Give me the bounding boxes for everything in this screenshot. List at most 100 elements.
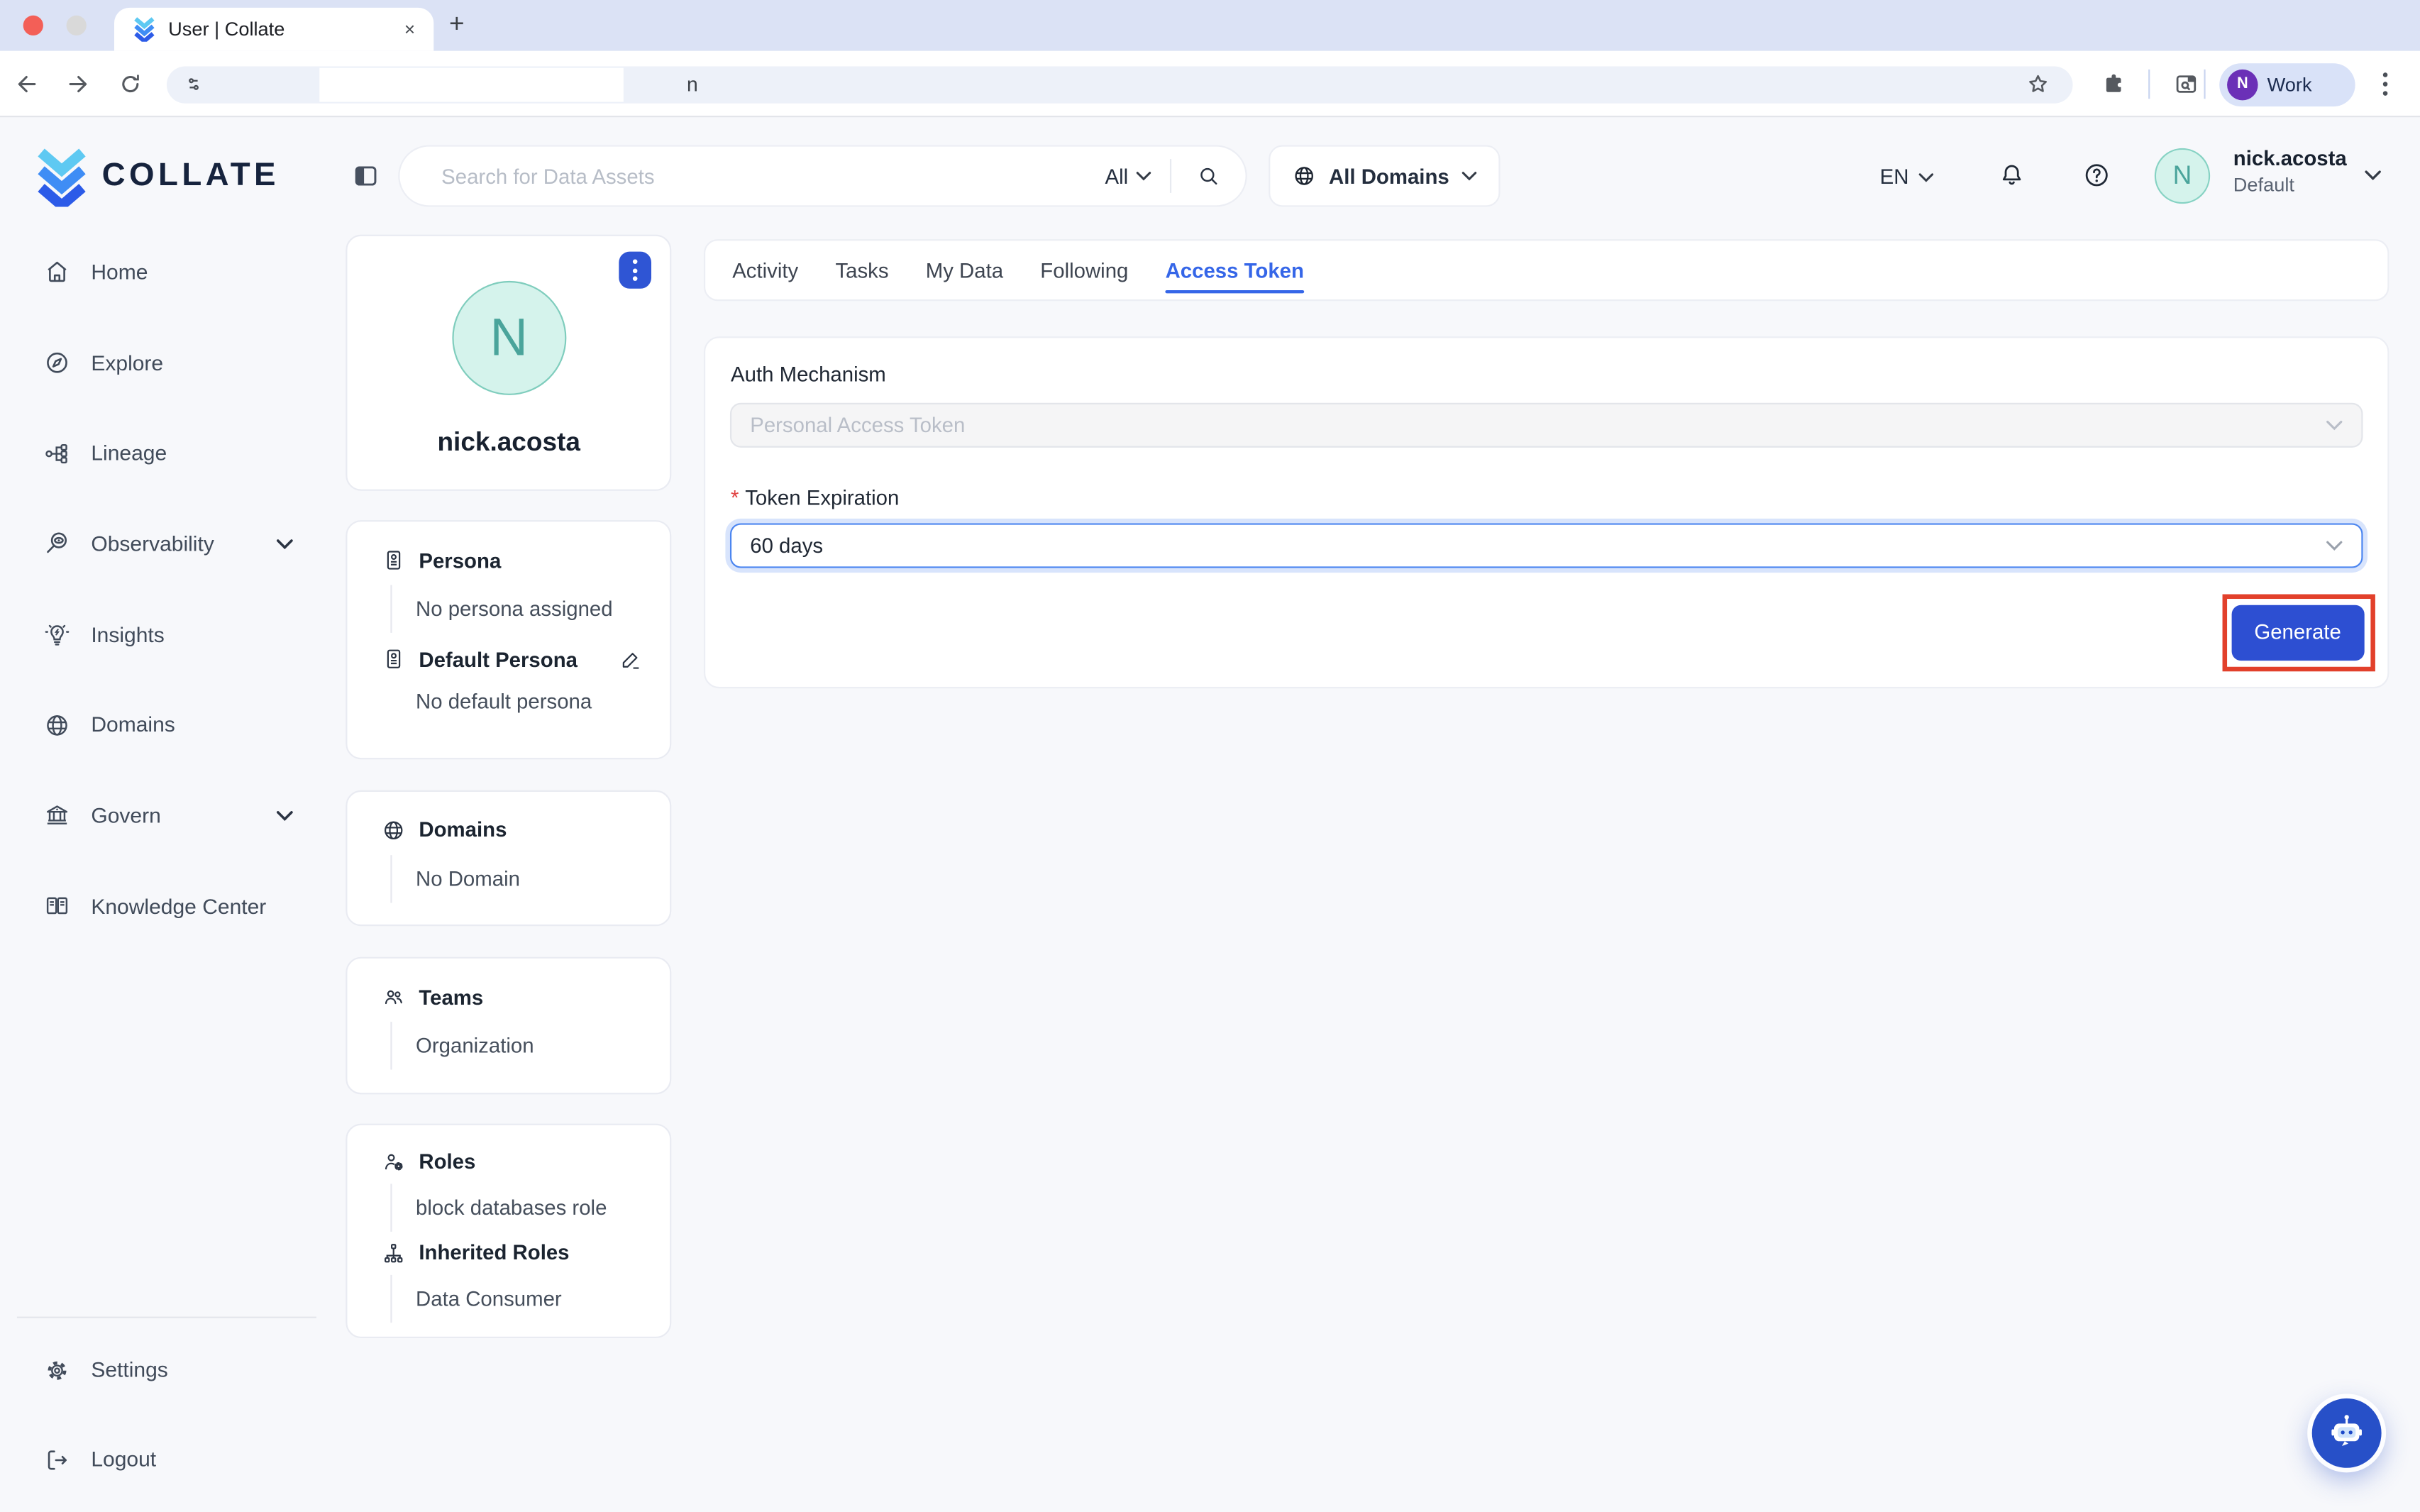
sidebar-item-settings[interactable]: Settings: [0, 1335, 324, 1405]
chevron-down-icon: [1136, 171, 1151, 180]
tab-tasks[interactable]: Tasks: [835, 241, 888, 299]
teams-card: Teams Organization: [346, 958, 671, 1095]
help-icon[interactable]: [2082, 160, 2111, 189]
sidebar-item-insights[interactable]: Insights: [0, 589, 324, 680]
sidebar-nav: Home Explore Lineage Observability Insig…: [0, 227, 324, 951]
new-tab-icon[interactable]: +: [449, 9, 465, 40]
tab-activity[interactable]: Activity: [732, 241, 798, 299]
browser-profile-chip[interactable]: N Work: [2219, 62, 2355, 106]
site-settings-icon[interactable]: [182, 72, 206, 96]
sidebar-item-govern[interactable]: Govern: [0, 771, 324, 861]
search-input[interactable]: [399, 165, 1105, 188]
sidebar-toggle-icon[interactable]: [352, 162, 380, 189]
url-text: n: [687, 72, 698, 96]
url-bar[interactable]: n: [167, 67, 2073, 104]
book-icon: [43, 893, 71, 920]
required-asterisk: *: [731, 486, 739, 509]
token-expiration-value: 60 days: [750, 534, 823, 558]
auth-mechanism-label: Auth Mechanism: [731, 363, 886, 386]
browser-profile-name: Work: [2267, 73, 2312, 94]
traffic-light-close[interactable]: [23, 15, 43, 35]
govern-bank-icon: [43, 802, 71, 829]
screenshot-viewport: User | Collate × + n: [0, 0, 2420, 1512]
robot-icon: [2324, 1411, 2369, 1455]
profile-menu-button[interactable]: [619, 252, 651, 289]
tab-my-data[interactable]: My Data: [926, 241, 1003, 299]
user-profile-card: N nick.acosta: [346, 236, 671, 491]
sidebar-item-domains[interactable]: Domains: [0, 680, 324, 771]
token-expiration-select[interactable]: 60 days: [730, 523, 2363, 568]
chevron-down-icon: [2326, 420, 2343, 431]
teams-value: Organization: [391, 1022, 670, 1070]
auth-mechanism-select[interactable]: Personal Access Token: [730, 403, 2363, 448]
forward-icon[interactable]: [65, 71, 91, 97]
tab-access-token[interactable]: Access Token: [1166, 241, 1304, 299]
persona-header: Persona: [348, 548, 670, 573]
persona-value: No persona assigned: [391, 585, 670, 632]
lineage-icon: [43, 439, 71, 467]
url-redaction: [319, 68, 624, 102]
sidebar-item-home[interactable]: Home: [0, 227, 324, 318]
roles-value: block databases role: [391, 1183, 670, 1231]
user-menu-chevron-icon[interactable]: [2365, 170, 2382, 180]
chat-bot-button[interactable]: [2312, 1398, 2382, 1468]
extensions-puzzle-icon[interactable]: [2101, 71, 2127, 97]
chevron-down-icon: [1462, 171, 1477, 180]
sidebar-item-lineage[interactable]: Lineage: [0, 408, 324, 499]
collate-favicon: [133, 17, 156, 42]
search-scope-value: All: [1105, 165, 1129, 188]
browser-menu-icon[interactable]: [2383, 72, 2388, 96]
side-panel-icon[interactable]: [2173, 71, 2199, 97]
auth-mechanism-value: Personal Access Token: [750, 414, 965, 437]
collate-app: COLLATE All All Domains EN: [0, 117, 2420, 1512]
default-persona-value: No default persona: [391, 678, 670, 725]
domains-card: Domains No Domain: [346, 790, 671, 927]
chevron-down-icon: [2326, 540, 2343, 551]
domains-value: No Domain: [391, 854, 670, 902]
traffic-light-minimize[interactable]: [67, 15, 87, 35]
search-scope-dropdown[interactable]: All: [1105, 165, 1170, 188]
close-tab-icon[interactable]: ×: [404, 18, 415, 40]
sidebar-item-logout[interactable]: Logout: [0, 1425, 324, 1494]
all-domains-dropdown[interactable]: All Domains: [1269, 145, 1500, 206]
access-token-form: Auth Mechanism Personal Access Token *To…: [703, 336, 2389, 688]
search-icon[interactable]: [1171, 164, 1245, 189]
bookmark-star-icon[interactable]: [2025, 71, 2051, 97]
all-domains-value: All Domains: [1329, 165, 1449, 188]
collate-logo[interactable]: [34, 148, 89, 207]
tab-following[interactable]: Following: [1040, 241, 1128, 299]
user-avatar[interactable]: N: [2155, 148, 2210, 204]
observability-icon: [43, 530, 71, 558]
browser-profile-avatar: N: [2227, 69, 2258, 100]
user-menu[interactable]: nick.acosta Default: [2233, 145, 2347, 197]
token-expiration-label: *Token Expiration: [731, 486, 899, 509]
generate-button[interactable]: Generate: [2231, 605, 2365, 660]
user-name: nick.acosta: [2233, 145, 2347, 172]
back-icon[interactable]: [14, 71, 40, 97]
insights-icon: [43, 621, 71, 649]
persona-id-card-icon: [382, 548, 407, 573]
default-persona-header: Default Persona: [348, 646, 670, 671]
inherited-roles-value: Data Consumer: [391, 1274, 670, 1322]
notifications-bell-icon[interactable]: [1997, 160, 2026, 189]
annotation-highlight-box: Generate: [2221, 595, 2374, 672]
profile-avatar: N: [452, 282, 566, 396]
edit-pencil-icon[interactable]: [619, 648, 642, 671]
sidebar-item-knowledge-center[interactable]: Knowledge Center: [0, 861, 324, 951]
chevron-down-icon: [1918, 172, 1933, 182]
globe-icon: [1292, 164, 1317, 189]
global-search-bar[interactable]: All: [398, 145, 1247, 206]
sidebar-item-observability[interactable]: Observability: [0, 499, 324, 590]
language-value: EN: [1880, 165, 1909, 189]
profile-user-name: nick.acosta: [348, 428, 670, 459]
browser-tab[interactable]: User | Collate ×: [114, 8, 433, 51]
language-dropdown[interactable]: EN: [1880, 165, 1934, 189]
domains-header: Domains: [348, 817, 670, 842]
sidebar-item-explore[interactable]: Explore: [0, 317, 324, 408]
roles-header: Roles: [348, 1149, 670, 1174]
reload-icon[interactable]: [117, 71, 143, 97]
inherited-roles-header: Inherited Roles: [348, 1240, 670, 1265]
chevron-down-icon: [276, 539, 293, 549]
hierarchy-icon: [382, 1240, 407, 1265]
compass-icon: [43, 349, 71, 377]
